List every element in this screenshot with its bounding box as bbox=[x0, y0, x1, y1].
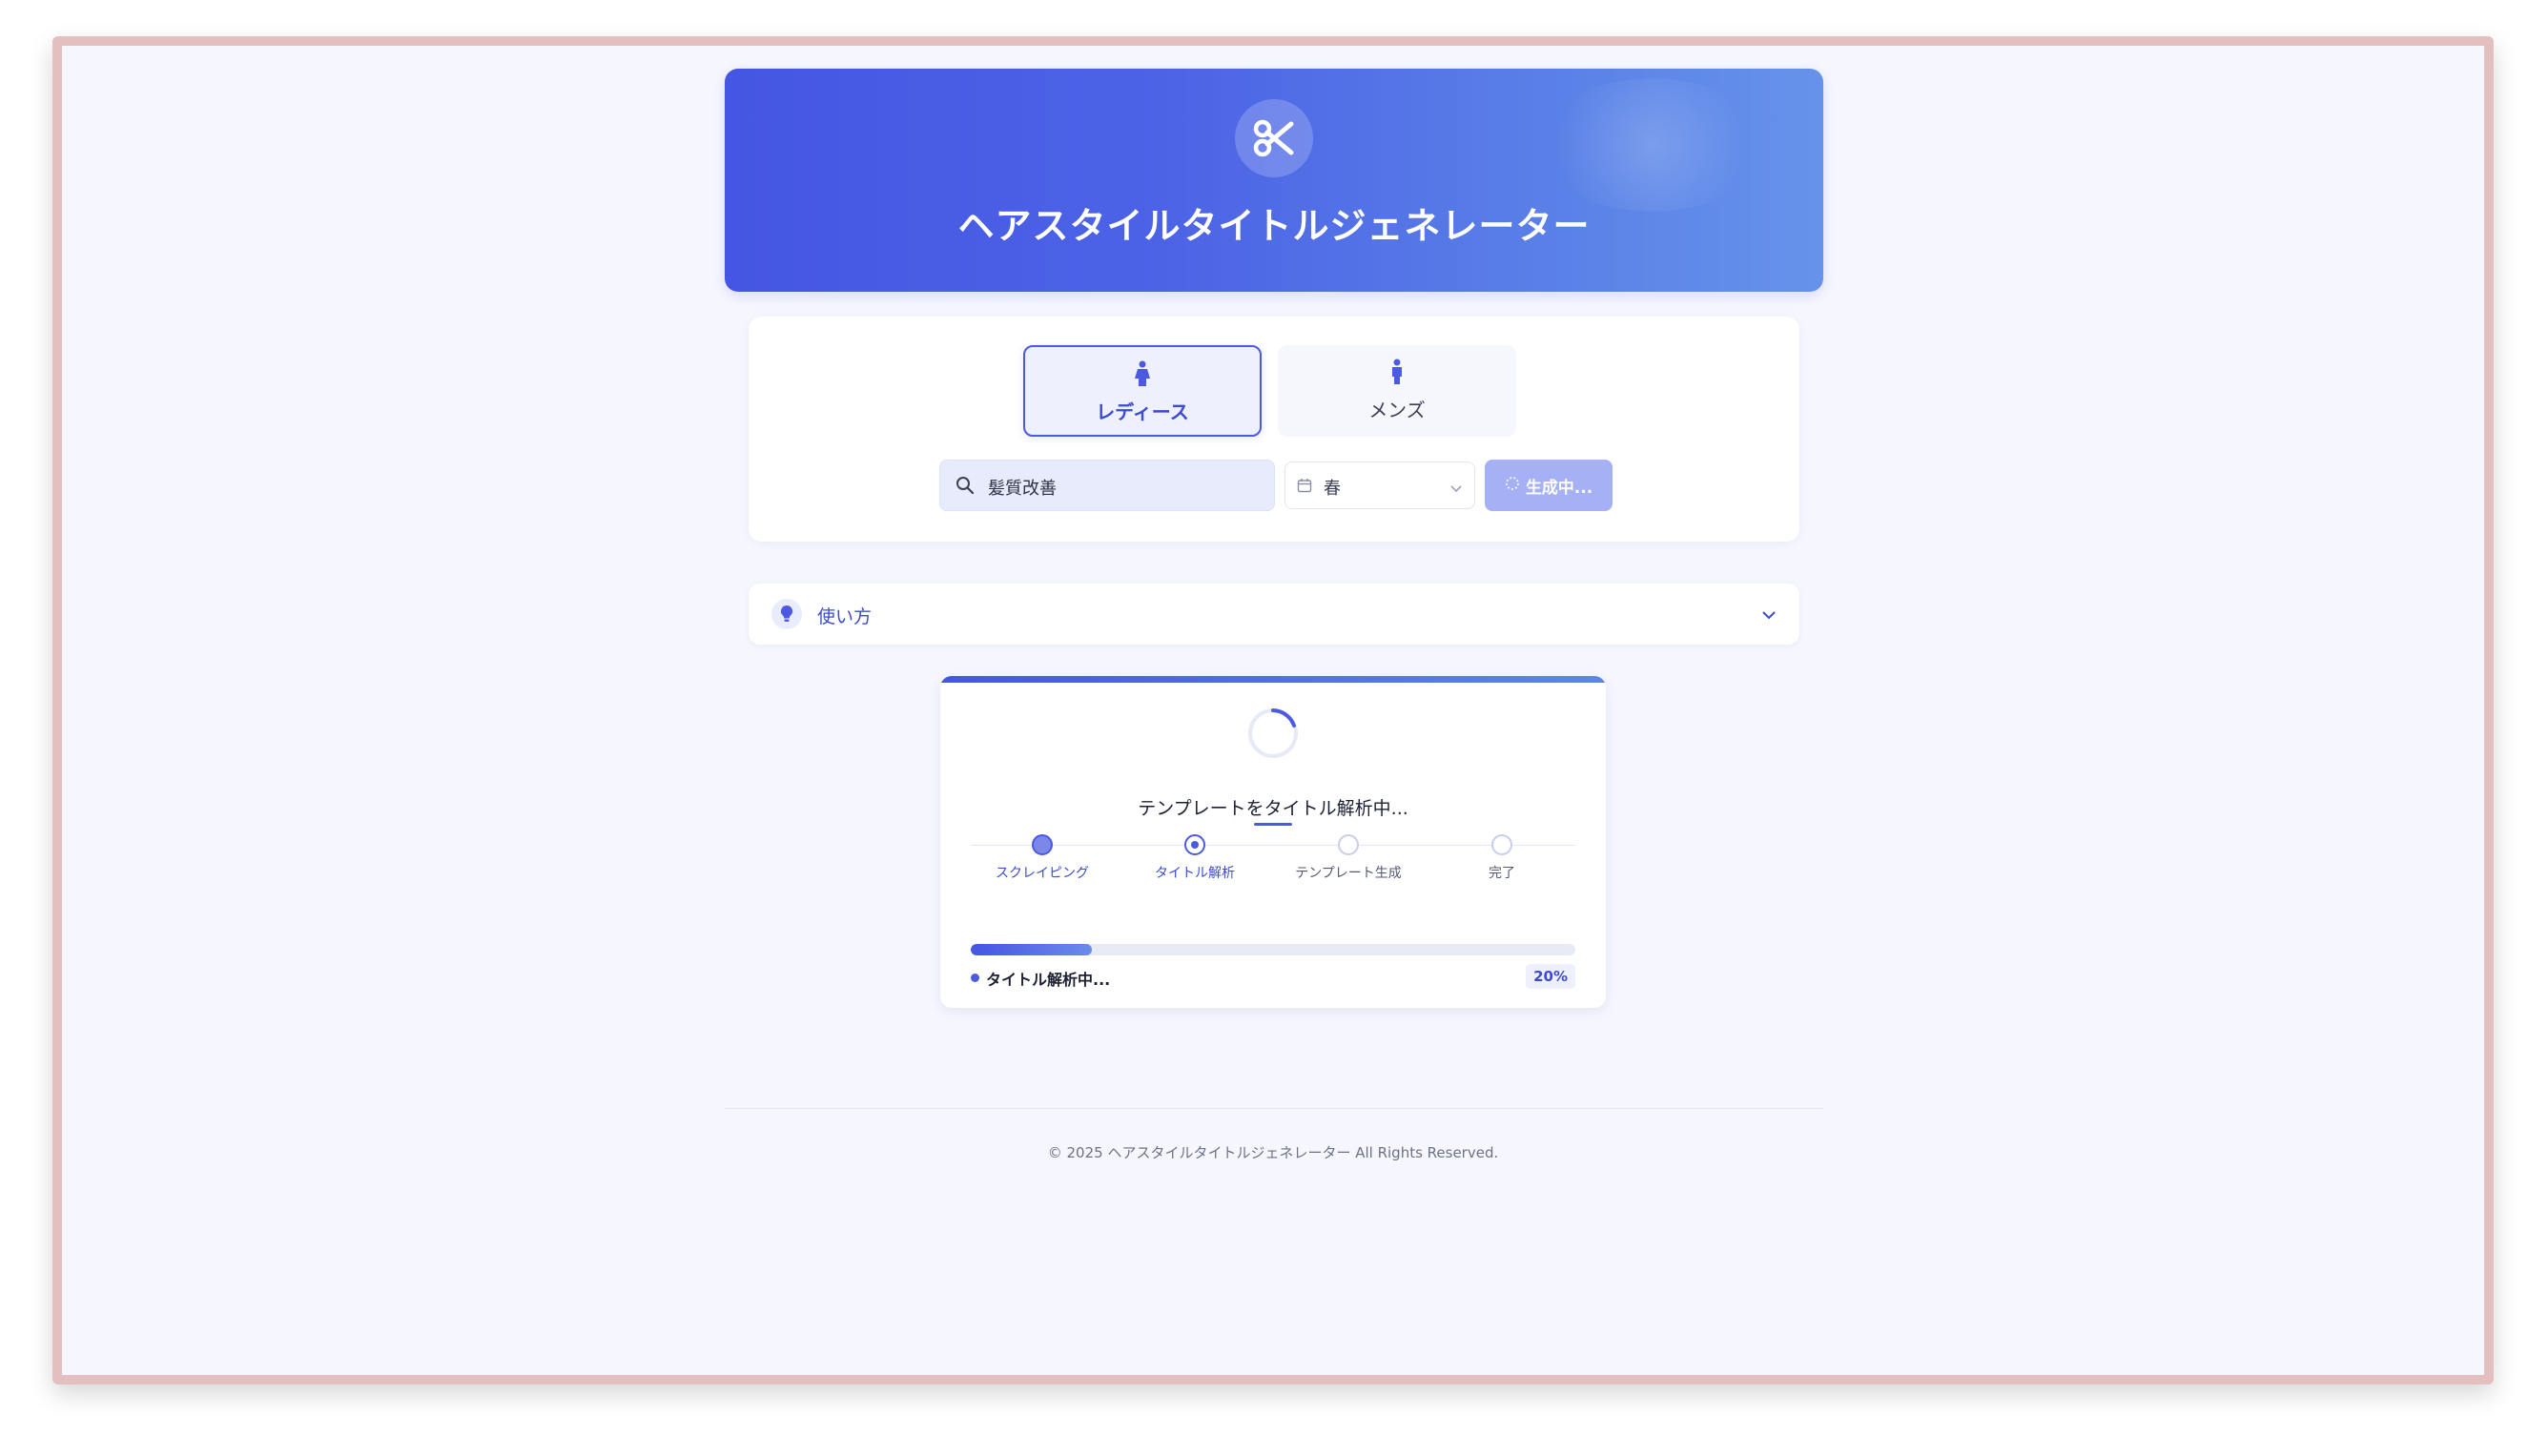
step-complete: 完了 bbox=[1430, 834, 1573, 882]
browser-frame: ヘアスタイルタイトルジェネレーター レディース メンズ 髪質改善 春 生成中..… bbox=[52, 36, 2494, 1384]
step-done-indicator bbox=[1032, 834, 1053, 855]
step-label: タイトル解析 bbox=[1155, 866, 1235, 881]
usage-label: 使い方 bbox=[817, 606, 873, 627]
tab-mens-label: メンズ bbox=[1368, 399, 1426, 421]
progress-percent-badge: 20% bbox=[1526, 964, 1575, 989]
app-header: ヘアスタイルタイトルジェネレーター bbox=[725, 69, 1823, 292]
step-pending-indicator bbox=[1338, 834, 1359, 855]
generate-button-label: 生成中... bbox=[1525, 478, 1593, 498]
usage-accordion[interactable]: 使い方 bbox=[749, 584, 1799, 645]
footer-copyright: © 2025 ヘアスタイルタイトルジェネレーター All Rights Rese… bbox=[1047, 1144, 1499, 1161]
chevron-down-icon bbox=[1449, 480, 1463, 498]
step-title-analysis: タイトル解析 bbox=[1123, 834, 1266, 882]
step-label: スクレイピング bbox=[996, 866, 1089, 881]
progress-status-text: タイトル解析中... bbox=[986, 971, 1111, 989]
tab-ladies[interactable]: レディース bbox=[1023, 345, 1262, 437]
footer-divider bbox=[725, 1108, 1823, 1109]
progress-bar bbox=[971, 944, 1575, 955]
search-icon bbox=[956, 476, 975, 499]
season-select[interactable]: 春 bbox=[1284, 461, 1475, 509]
tab-ladies-label: レディース bbox=[1096, 400, 1189, 423]
lightbulb-icon bbox=[771, 599, 802, 629]
progress-bar-fill bbox=[971, 944, 1092, 955]
chevron-down-icon bbox=[1761, 606, 1777, 625]
season-value: 春 bbox=[1324, 479, 1341, 499]
female-icon bbox=[1025, 360, 1260, 387]
scissors-icon bbox=[1235, 99, 1313, 177]
page-viewport: ヘアスタイルタイトルジェネレーター レディース メンズ 髪質改善 春 生成中..… bbox=[62, 46, 2484, 1375]
progress-card: テンプレートをタイトル解析中... スクレイピング タイトル解析 テンプレート生… bbox=[940, 676, 1606, 1008]
status-dot bbox=[971, 974, 979, 982]
search-input[interactable]: 髪質改善 bbox=[939, 460, 1275, 511]
search-card: レディース メンズ 髪質改善 春 生成中... bbox=[749, 317, 1799, 542]
step-template-generation: テンプレート生成 bbox=[1277, 834, 1420, 882]
calendar-icon bbox=[1297, 478, 1312, 497]
loading-spinner-icon bbox=[1244, 705, 1302, 766]
page-title: ヘアスタイルタイトルジェネレーター bbox=[957, 205, 1591, 247]
header-glow bbox=[1537, 78, 1766, 212]
progress-title: テンプレートをタイトル解析中... bbox=[1138, 798, 1408, 819]
step-pending-indicator bbox=[1491, 834, 1512, 855]
step-current-indicator bbox=[1184, 834, 1205, 855]
progress-title-underline bbox=[1254, 823, 1292, 826]
search-value: 髪質改善 bbox=[988, 479, 1057, 499]
step-label: テンプレート生成 bbox=[1295, 866, 1402, 881]
step-scraping: スクレイピング bbox=[971, 834, 1114, 882]
loading-spinner-icon bbox=[1505, 476, 1520, 496]
male-icon bbox=[1278, 359, 1516, 385]
generate-button[interactable]: 生成中... bbox=[1485, 460, 1613, 511]
progress-card-accent bbox=[940, 676, 1606, 683]
step-label: 完了 bbox=[1489, 866, 1515, 881]
tab-mens[interactable]: メンズ bbox=[1278, 345, 1516, 437]
